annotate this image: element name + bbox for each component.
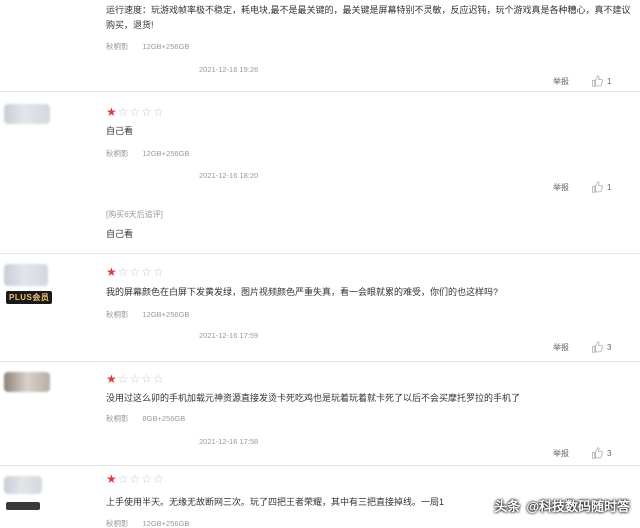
like-count: 1 [607, 76, 612, 86]
watermark: 头条 @科技数码随时答 [494, 496, 630, 515]
product-spec: 8GB+256GB [142, 414, 186, 423]
review-actions: 举报 1 [553, 75, 611, 87]
user-info [4, 372, 64, 392]
star-filled-icon: ★ [106, 472, 118, 486]
product-color: 秋桐影 [106, 310, 129, 319]
review-meta: 秋桐影 12GB+256GB [106, 518, 189, 528]
thumbs-up-icon[interactable] [591, 447, 603, 459]
avatar [4, 372, 50, 392]
review-text: 运行速度：玩游戏帧率极不稳定，耗电块,最不是最关键的，最关键是屏幕特别不灵敏，反… [106, 5, 631, 30]
review-date: 2021-12-16 17:59 [199, 331, 259, 340]
star-empty-icon: ☆☆☆☆ [117, 372, 165, 386]
watermark-brand: 头条 [494, 499, 521, 514]
star-empty-icon: ☆☆☆☆ [117, 265, 165, 279]
report-link[interactable]: 举报 [553, 448, 569, 459]
star-filled-icon: ★ [106, 265, 118, 279]
star-filled-icon: ★ [106, 372, 118, 386]
product-color: 秋桐影 [106, 414, 129, 423]
product-color: 秋桐影 [106, 42, 129, 51]
review-date: 2021-12-16 17:58 [199, 437, 259, 446]
thumbs-up-icon[interactable] [591, 181, 603, 193]
product-color: 秋桐影 [106, 519, 129, 528]
star-filled-icon: ★ [106, 105, 118, 119]
product-spec: 12GB+256GB [142, 310, 190, 319]
star-rating: ★☆☆☆☆ [106, 266, 165, 278]
star-rating: ★☆☆☆☆ [106, 373, 165, 385]
review-item: ★☆☆☆☆ 没用过这么卯的手机加载元神资源直接发烫卡死吃鸡也是玩着玩着就卡死了以… [0, 362, 640, 466]
review-text: 没用过这么卯的手机加载元神资源直接发烫卡死吃鸡也是玩着玩着就卡死了以后不会买摩托… [106, 393, 521, 403]
review-text: 自己看 [106, 126, 134, 136]
avatar [4, 104, 50, 124]
thumbs-up-icon[interactable] [591, 75, 603, 87]
review-meta: 秋桐影 8GB+256GB [106, 413, 185, 424]
review-text: 我的屏幕颜色在白屏下发黄发绿，图片视频颜色严重失真，看一会眼就累的难受，你们的也… [106, 287, 499, 297]
followup-label: [购买6天后追评] [106, 210, 163, 219]
avatar [4, 264, 48, 286]
plus-member-badge: PLUS会员 [6, 291, 53, 304]
avatar [4, 476, 42, 494]
thumbs-up-icon[interactable] [591, 341, 603, 353]
star-rating: ★☆☆☆☆ [106, 106, 165, 118]
report-link[interactable]: 举报 [553, 182, 569, 193]
product-spec: 12GB+256GB [142, 149, 190, 158]
plus-member-badge [6, 502, 40, 510]
report-link[interactable]: 举报 [553, 76, 569, 87]
product-color: 秋桐影 [106, 149, 129, 158]
report-link[interactable]: 举报 [553, 342, 569, 353]
review-date: 2021-12-16 19:26 [199, 65, 259, 74]
star-rating: ★☆☆☆☆ [106, 473, 165, 485]
review-actions: 举报 3 [553, 447, 611, 459]
review-item: ★☆☆☆☆ 自己看 秋桐影 12GB+256GB 2021-12-16 18:20… [0, 92, 640, 254]
like-count: 3 [607, 342, 612, 352]
star-empty-icon: ☆☆☆☆ [117, 472, 165, 486]
review-meta: 秋桐影 12GB+256GB [106, 309, 189, 320]
user-info: PLUS会员 [4, 264, 64, 304]
like-count: 1 [607, 182, 612, 192]
star-empty-icon: ☆☆☆☆ [117, 105, 165, 119]
review-item: PLUS会员 ★☆☆☆☆ 我的屏幕颜色在白屏下发黄发绿，图片视频颜色严重失真，看… [0, 254, 640, 362]
review-actions: 举报 1 [553, 181, 611, 193]
followup-text: 自己看 [106, 229, 134, 239]
product-spec: 12GB+256GB [142, 42, 190, 51]
review-actions: 举报 3 [553, 341, 611, 353]
review-item: 运行速度：玩游戏帧率极不稳定，耗电块,最不是最关键的，最关键是屏幕特别不灵敏，反… [0, 0, 640, 92]
user-info [4, 104, 64, 124]
user-info [4, 476, 64, 510]
like-count: 3 [607, 448, 612, 458]
review-date: 2021-12-16 18:20 [199, 171, 259, 180]
watermark-author: @科技数码随时答 [526, 499, 630, 514]
review-text: 上手使用半天。无缘无故断网三次。玩了四把王者荣耀，其中有三把直接掉线。一局1 [106, 497, 445, 507]
product-spec: 12GB+256GB [142, 519, 190, 528]
review-meta: 秋桐影 12GB+256GB [106, 41, 189, 52]
review-meta: 秋桐影 12GB+256GB [106, 148, 189, 159]
